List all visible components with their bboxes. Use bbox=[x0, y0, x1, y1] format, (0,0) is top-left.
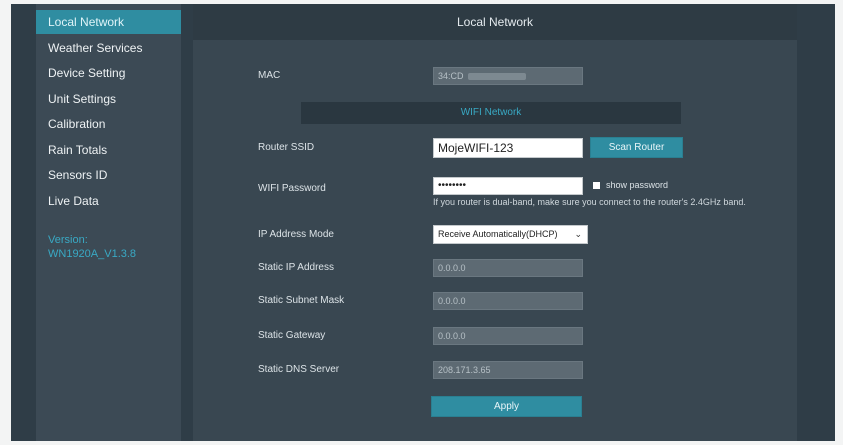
dual-band-hint: If you router is dual-band, make sure yo… bbox=[433, 197, 746, 207]
wifi-network-section-header: WIFI Network bbox=[301, 102, 681, 124]
version-info: Version: WN1920A_V1.3.8 bbox=[48, 233, 136, 261]
show-password-toggle[interactable]: show password bbox=[593, 180, 668, 190]
mac-value: 34:CD bbox=[438, 71, 464, 81]
mac-field: 34:CD bbox=[433, 67, 583, 85]
sidebar: Local Network Weather Services Device Se… bbox=[36, 4, 181, 441]
sidebar-item-unit-settings[interactable]: Unit Settings bbox=[36, 87, 181, 111]
mac-redacted bbox=[467, 73, 526, 81]
ip-address-mode-select[interactable]: Receive Automatically(DHCP) ⌄ bbox=[433, 225, 588, 244]
sidebar-item-weather-services[interactable]: Weather Services bbox=[36, 36, 181, 60]
static-ip-input[interactable]: 0.0.0.0 bbox=[433, 259, 583, 277]
wifi-password-input[interactable]: •••••••• bbox=[433, 177, 583, 195]
main-panel: Local Network MAC 34:CD WIFI Network Rou… bbox=[193, 4, 797, 441]
app-window: Local Network Weather Services Device Se… bbox=[11, 4, 835, 441]
mac-label: MAC bbox=[258, 70, 281, 81]
static-dns-input[interactable]: 208.171.3.65 bbox=[433, 361, 583, 379]
scan-router-button[interactable]: Scan Router bbox=[590, 137, 683, 158]
show-password-label: show password bbox=[606, 180, 669, 190]
version-value: WN1920A_V1.3.8 bbox=[48, 248, 137, 260]
static-subnet-label: Static Subnet Mask bbox=[258, 295, 345, 306]
wifi-password-label: WIFI Password bbox=[258, 183, 326, 194]
show-password-checkbox[interactable] bbox=[593, 182, 600, 189]
static-subnet-input[interactable]: 0.0.0.0 bbox=[433, 292, 583, 310]
chevron-down-icon: ⌄ bbox=[574, 229, 582, 239]
sidebar-item-live-data[interactable]: Live Data bbox=[36, 189, 181, 213]
static-dns-label: Static DNS Server bbox=[258, 364, 340, 375]
apply-button[interactable]: Apply bbox=[431, 396, 582, 417]
page-title: Local Network bbox=[193, 4, 797, 40]
router-ssid-input[interactable]: MojeWIFI-123 bbox=[433, 138, 583, 158]
version-label: Version: bbox=[48, 234, 88, 246]
ip-address-mode-label: IP Address Mode bbox=[258, 229, 334, 240]
sidebar-item-calibration[interactable]: Calibration bbox=[36, 112, 181, 136]
ip-address-mode-value: Receive Automatically(DHCP) bbox=[438, 229, 558, 239]
sidebar-item-device-setting[interactable]: Device Setting bbox=[36, 61, 181, 85]
sidebar-item-rain-totals[interactable]: Rain Totals bbox=[36, 138, 181, 162]
static-ip-label: Static IP Address bbox=[258, 262, 334, 273]
static-gateway-input[interactable]: 0.0.0.0 bbox=[433, 327, 583, 345]
sidebar-item-sensors-id[interactable]: Sensors ID bbox=[36, 163, 181, 187]
router-ssid-label: Router SSID bbox=[258, 142, 315, 153]
static-gateway-label: Static Gateway bbox=[258, 330, 326, 341]
sidebar-item-local-network[interactable]: Local Network bbox=[36, 10, 181, 34]
